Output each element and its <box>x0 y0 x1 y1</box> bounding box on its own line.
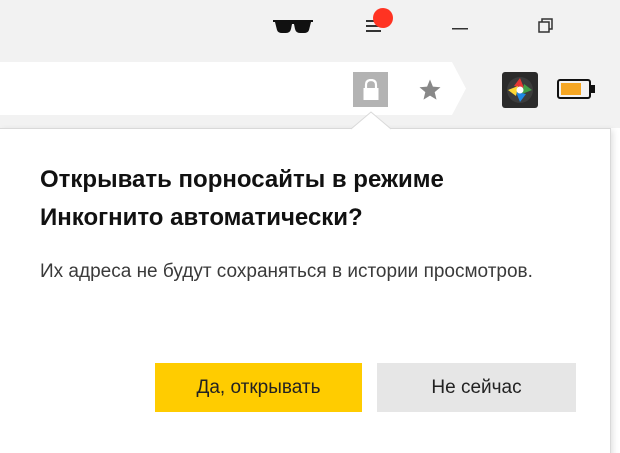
bookmark-button[interactable] <box>412 72 448 108</box>
battery-saver-icon <box>557 79 595 99</box>
menu-button[interactable] <box>350 0 400 52</box>
notification-badge <box>373 8 393 28</box>
extension-button[interactable] <box>502 72 538 108</box>
minimize-icon <box>452 28 468 30</box>
browser-window: Открывать порносайты в режиме Инкогнито … <box>0 0 620 453</box>
battery-saver-button[interactable] <box>557 78 597 100</box>
popup-arrow <box>351 111 391 130</box>
popup-title: Открывать порносайты в режиме Инкогнито … <box>40 166 444 231</box>
incognito-button[interactable] <box>263 0 323 52</box>
site-security-button[interactable] <box>353 72 388 107</box>
not-now-button[interactable]: Не сейчас <box>377 363 576 412</box>
restore-button[interactable] <box>518 0 574 52</box>
restore-icon <box>538 18 553 33</box>
minimize-button[interactable] <box>432 0 488 52</box>
popup-description: Их адреса не будут сохраняться в истории… <box>40 261 533 282</box>
bookmark-star-icon <box>419 79 441 100</box>
extension-icon <box>502 72 538 108</box>
open-incognito-button[interactable]: Да, открывать <box>155 363 362 412</box>
incognito-glasses-icon <box>273 20 313 33</box>
address-bar[interactable] <box>0 62 466 115</box>
lock-icon <box>363 78 378 100</box>
title-bar <box>0 0 620 52</box>
